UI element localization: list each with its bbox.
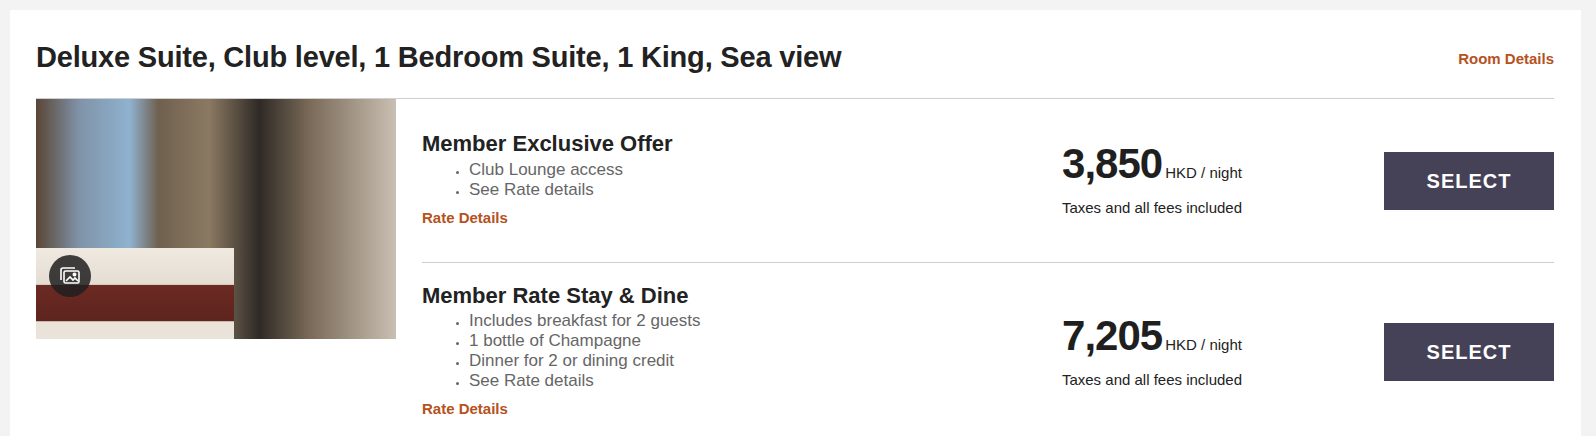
- room-header: Deluxe Suite, Club level, 1 Bedroom Suit…: [36, 10, 1554, 99]
- feature-item: See Rate details: [469, 371, 1037, 391]
- select-button[interactable]: SELECT: [1384, 152, 1554, 210]
- price-note: Taxes and all fees included: [1037, 369, 1267, 392]
- room-body: Member Exclusive Offer Club Lounge access…: [36, 99, 1554, 436]
- rate-details-link[interactable]: Rate Details: [422, 209, 508, 226]
- room-details-link[interactable]: Room Details: [1458, 48, 1554, 71]
- feature-item: Dinner for 2 or dining credit: [469, 351, 1037, 371]
- feature-item: Includes breakfast for 2 guests: [469, 311, 1037, 331]
- feature-item: See Rate details: [469, 180, 1037, 200]
- offer-name: Member Rate Stay & Dine: [422, 283, 1037, 309]
- offer-info: Member Exclusive Offer Club Lounge access…: [422, 131, 1037, 229]
- feature-list: Includes breakfast for 2 guests1 bottle …: [422, 311, 1037, 391]
- gallery-icon[interactable]: [49, 255, 91, 297]
- price-note: Taxes and all fees included: [1037, 197, 1267, 220]
- room-card: Deluxe Suite, Club level, 1 Bedroom Suit…: [10, 10, 1581, 436]
- offer-info: Member Rate Stay & DineIncludes breakfas…: [422, 283, 1037, 421]
- feature-item: Club Lounge access: [469, 160, 1037, 180]
- price-line: 7,205HKD / night: [1037, 313, 1267, 359]
- select-button[interactable]: SELECT: [1384, 323, 1554, 381]
- offer-list: Member Exclusive Offer Club Lounge access…: [422, 99, 1554, 436]
- offer-row: Member Rate Stay & DineIncludes breakfas…: [422, 262, 1554, 436]
- feature-list: Club Lounge accessSee Rate details: [422, 160, 1037, 200]
- price-unit: HKD / night: [1165, 336, 1242, 353]
- feature-item: 1 bottle of Champagne: [469, 331, 1037, 351]
- price-box: 7,205HKD / night Taxes and all fees inclu…: [1037, 313, 1267, 392]
- offer-name: Member Exclusive Offer: [422, 131, 1037, 157]
- room-title: Deluxe Suite, Club level, 1 Bedroom Suit…: [36, 40, 841, 75]
- price-amount: 3,850: [1062, 140, 1162, 187]
- price-unit: HKD / night: [1165, 164, 1242, 181]
- price-line: 3,850HKD / night: [1037, 141, 1267, 187]
- price-amount: 7,205: [1062, 312, 1162, 359]
- room-photo[interactable]: [36, 99, 396, 339]
- offer-row: Member Exclusive Offer Club Lounge access…: [422, 99, 1554, 262]
- price-box: 3,850HKD / night Taxes and all fees inclu…: [1037, 141, 1267, 220]
- rate-details-link[interactable]: Rate Details: [422, 400, 508, 417]
